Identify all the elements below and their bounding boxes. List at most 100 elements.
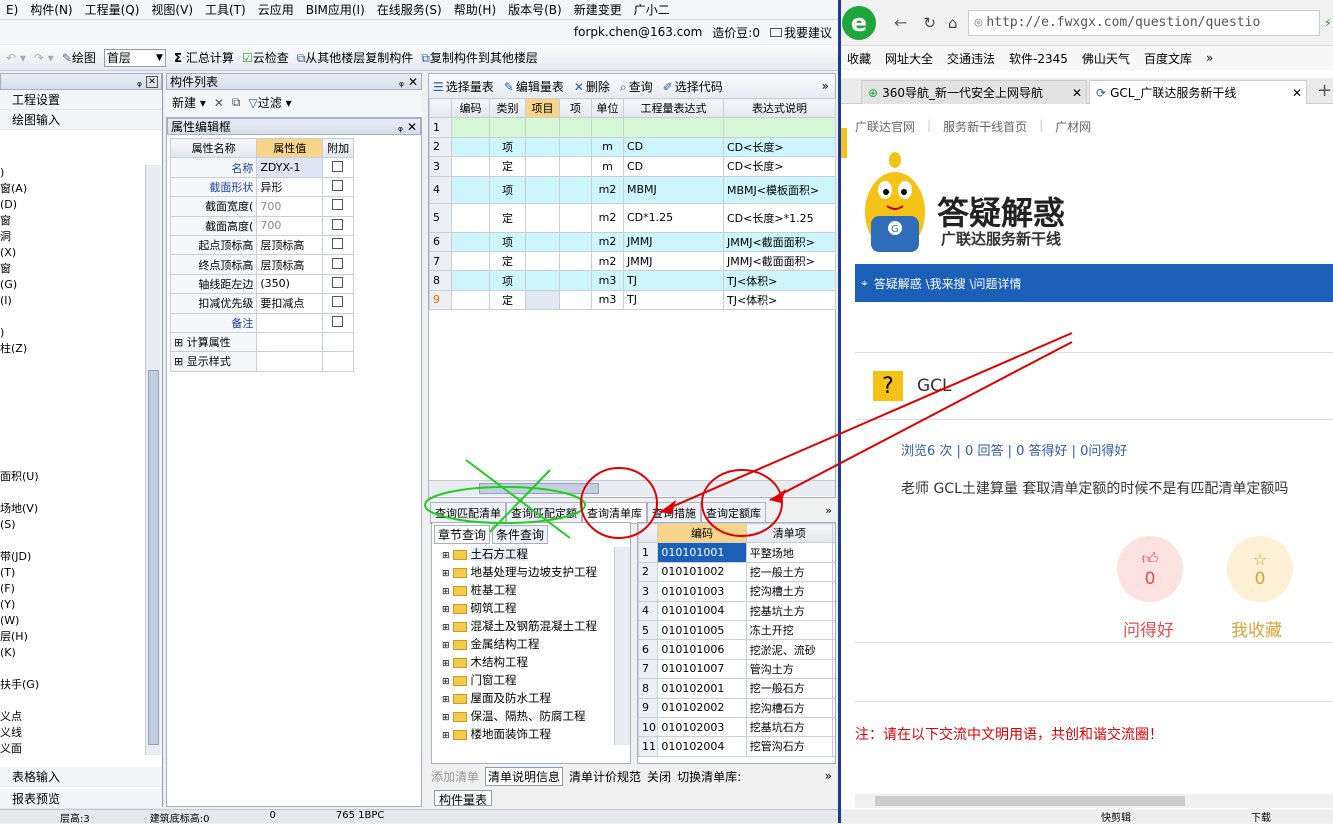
chapter-item[interactable]: ⊞ 金属结构工程 [442, 636, 630, 654]
tree-item[interactable]: ) [0, 165, 145, 181]
tree-item[interactable] [0, 357, 145, 373]
qty-cell[interactable] [451, 289, 490, 311]
qty-row[interactable]: 3 定 m CD CD<长度> [429, 156, 836, 177]
tree-item[interactable] [0, 485, 145, 501]
more-icon[interactable]: » [825, 769, 832, 783]
chapter-item[interactable]: ⊞ 混凝土及钢筋混凝土工程 [442, 618, 630, 636]
tree-item[interactable]: 柱(Z) [0, 341, 145, 357]
floor-select[interactable]: 首层 ▼ [103, 48, 166, 67]
qty-cell[interactable] [451, 175, 490, 204]
close-icon[interactable]: ✕ [146, 75, 158, 88]
code-cell[interactable]: 010102003 [657, 716, 747, 738]
property-value[interactable] [256, 312, 324, 333]
property-value[interactable] [256, 331, 324, 353]
code-row[interactable]: 2010101002挖一般土方m3 [638, 561, 835, 583]
expand-icon[interactable]: ⊞ [442, 659, 450, 669]
qty-cell[interactable] [525, 136, 560, 158]
nav-report-preview[interactable]: 报表预览 [0, 789, 162, 809]
address-bar[interactable]: ◎ http://e.fwxgx.com/question/questio [967, 9, 1320, 36]
menu-item[interactable]: E) [0, 3, 24, 17]
property-extra[interactable] [322, 234, 354, 256]
qty-cell[interactable]: 项 [489, 136, 526, 158]
nav-draw-input[interactable]: 绘图输入 [0, 110, 162, 130]
bottom-action[interactable]: 切换清单库: [677, 768, 741, 785]
favorite-link[interactable]: 交通违法 [947, 50, 995, 67]
bottom-action[interactable]: 清单计价规范 [569, 768, 641, 785]
tree-item[interactable]: 层(H) [0, 629, 145, 645]
qty-cell[interactable] [525, 117, 560, 138]
property-row[interactable]: 扣减优先级 要扣减点 [169, 293, 354, 314]
qty-row[interactable]: 4 项 m2 MBMJ MBMJ<模板面积> [429, 175, 836, 204]
code-row[interactable]: 4010101004挖基坑土方m3 [638, 600, 835, 621]
qty-toolbar-list-button[interactable]: ☰ 选择量表 [433, 78, 494, 95]
property-value[interactable]: 层顶标高 [256, 234, 324, 256]
pin-icon[interactable]: ᵩ [137, 75, 142, 89]
tree-item[interactable]: 窗(A) [0, 181, 145, 197]
favorite-button[interactable]: ☆ 0 [1227, 536, 1293, 602]
favorite-link[interactable]: 收藏 [847, 50, 871, 67]
copy-icon[interactable]: ⧉ [232, 95, 241, 110]
qty-toolbar-search-button[interactable]: ⌕ 查询 [620, 78, 653, 95]
code-cell[interactable]: m3 [831, 639, 835, 660]
code-cell[interactable]: 挖淤泥、流砂 [745, 639, 833, 660]
qty-cell[interactable]: 项 [489, 175, 526, 204]
tree-item[interactable]: (T) [0, 565, 145, 581]
menu-item[interactable]: 帮助(H) [448, 1, 502, 18]
qty-cell[interactable]: CD<长度> [723, 156, 836, 177]
code-cell[interactable]: 挖基坑土方 [745, 600, 833, 621]
qty-cell[interactable] [451, 270, 490, 291]
expand-icon[interactable]: ⊞ [442, 569, 450, 579]
property-value[interactable]: 700 [256, 215, 324, 236]
tab-chapter-query[interactable]: 章节查询 [434, 525, 491, 544]
menu-item[interactable]: 工程量(Q) [79, 1, 146, 18]
checkbox[interactable] [332, 257, 344, 269]
code-cell[interactable]: 010101001 [657, 542, 747, 563]
tab-condition-query[interactable]: 条件查询 [492, 525, 549, 544]
code-row[interactable]: 6010101006挖淤泥、流砂m3 [638, 639, 835, 660]
qty-row[interactable]: 8 项 m3 TJ TJ<体积> [429, 270, 836, 291]
property-value[interactable]: (350) [256, 273, 324, 295]
tree-item[interactable]: 义面 [0, 741, 145, 755]
code-cell[interactable]: 挖沟槽石方 [745, 697, 833, 718]
qty-row[interactable]: 5 定 m2 CD*1.25 CD<长度>*1.25 [429, 202, 836, 233]
code-cell[interactable]: 010102002 [657, 697, 747, 718]
code-cell[interactable]: m3 [831, 581, 835, 602]
tree-item[interactable]: (W) [0, 613, 145, 629]
qty-cell[interactable]: TJ<体积> [723, 270, 836, 291]
tree-item[interactable] [0, 693, 145, 709]
checkbox[interactable] [332, 160, 344, 172]
page-hscrollbar[interactable] [855, 794, 1333, 808]
tree-item[interactable]: 义线 [0, 725, 145, 741]
property-extra[interactable] [322, 312, 354, 333]
chapter-item[interactable]: ⊞ 木结构工程 [442, 654, 630, 672]
tree-item[interactable]: (G) [0, 277, 145, 293]
tree-item[interactable]: (F) [0, 581, 145, 597]
qty-cell[interactable]: TJ [623, 289, 724, 311]
tree-item[interactable] [0, 309, 145, 325]
property-extra[interactable] [322, 215, 354, 236]
tree-item[interactable]: (K) [0, 645, 145, 661]
property-extra[interactable] [322, 351, 354, 372]
delete-icon[interactable]: ✕ [214, 96, 224, 110]
qty-cell[interactable] [525, 270, 560, 291]
property-extra[interactable] [322, 273, 354, 295]
copy-from-floor-button[interactable]: ⧉从其他楼层复制构件 [297, 49, 414, 66]
qty-cell[interactable] [525, 175, 560, 204]
property-extra[interactable] [322, 331, 354, 353]
expand-icon[interactable]: ⊞ [442, 641, 450, 651]
code-cell[interactable]: 010101004 [657, 600, 747, 621]
property-row[interactable]: 备注 [169, 312, 354, 333]
qty-cell[interactable]: 定 [489, 289, 526, 311]
tree-item[interactable]: 窗 [0, 261, 145, 277]
checkbox[interactable] [332, 296, 344, 308]
code-cell[interactable]: m3 [831, 561, 835, 583]
property-value[interactable]: 要扣减点 [256, 293, 324, 314]
property-row[interactable]: 名称 ZDYX-1 [169, 157, 354, 178]
chapter-item[interactable]: ⊞ 楼地面装饰工程 [442, 726, 630, 744]
tree-item[interactable] [0, 437, 145, 453]
tree-item[interactable]: 洞 [0, 229, 145, 245]
property-row[interactable]: ⊞ 显示样式 [169, 351, 354, 372]
qty-cell[interactable] [525, 289, 560, 311]
code-row[interactable]: 5010101005冻土开挖m3 [638, 619, 835, 641]
menu-item[interactable]: 版本号(B) [502, 1, 568, 18]
